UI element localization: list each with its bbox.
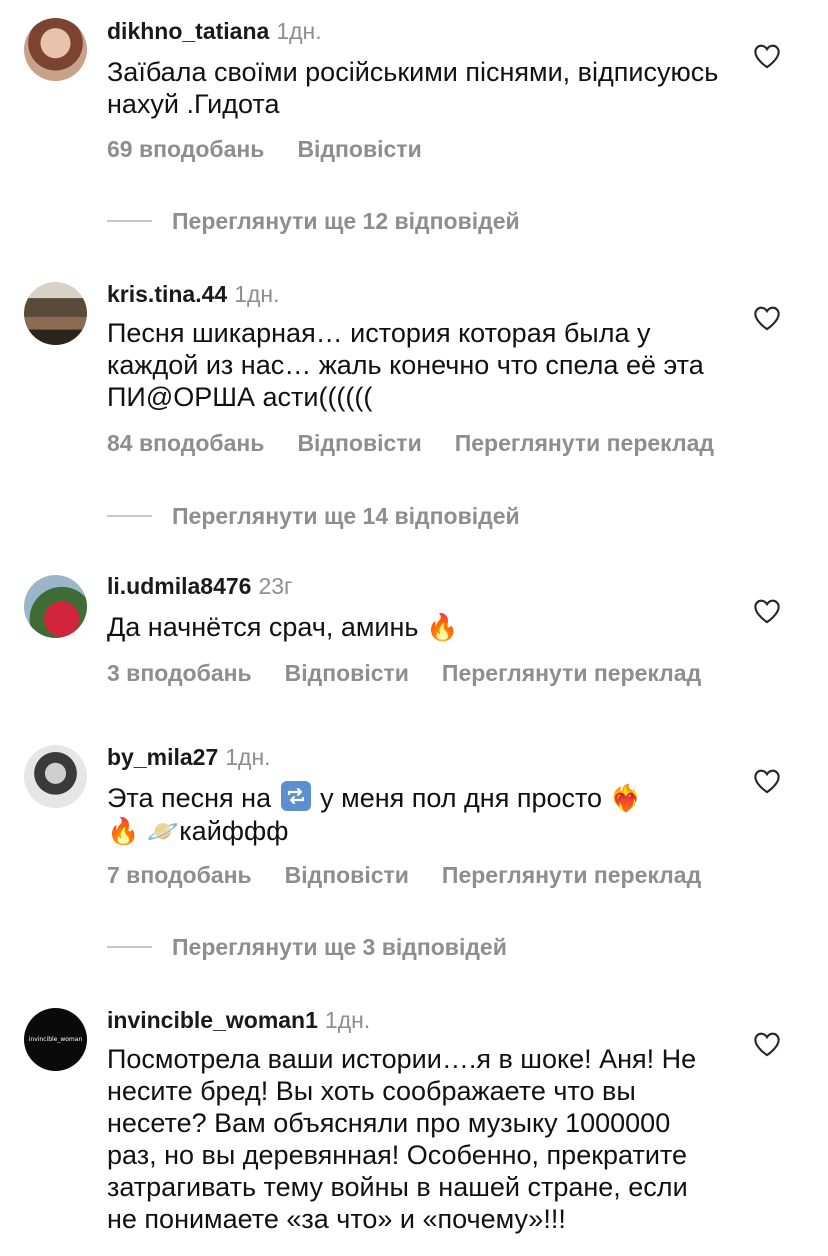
timestamp: 1дн. [324, 1007, 371, 1033]
view-replies-label: Переглянути ще 12 відповідей [172, 207, 520, 234]
comment-actions: 69 вподобань Відповісти [107, 135, 455, 163]
heart-on-fire-emoji-icon: ❤️‍🔥 [609, 784, 642, 814]
view-replies-label: Переглянути ще 14 відповідей [172, 502, 520, 529]
comment-text: Заїбала своїми російськими піснями, відп… [107, 57, 719, 119]
heart-outline-icon[interactable] [753, 1031, 781, 1057]
timestamp: 1дн. [276, 18, 322, 44]
comment-text: Эта песня на у меня пол дня просто ❤️‍🔥 … [107, 781, 727, 848]
heart-outline-icon[interactable] [753, 598, 781, 624]
reply-button[interactable]: Відповісти [285, 660, 409, 686]
reply-button[interactable]: Відповісти [297, 430, 421, 456]
username[interactable]: by_mila27 [107, 744, 218, 770]
username[interactable]: li.udmila8476 [107, 573, 251, 599]
comment-header: by_mila27 1дн. [107, 743, 271, 771]
timestamp: 1дн. [225, 744, 271, 770]
fire-emoji-icon: 🔥 [425, 613, 459, 643]
comment-actions: 84 вподобань Відповісти Переглянути перекл… [107, 429, 747, 457]
repeat-emoji-icon [280, 781, 311, 811]
avatar[interactable]: invincible_woman [24, 1008, 87, 1071]
likes-count[interactable]: 3 вподобань [107, 660, 252, 686]
translate-button[interactable]: Переглянути переклад [442, 862, 701, 888]
heart-outline-icon[interactable] [753, 768, 781, 794]
comment-header: dikhno_tatiana 1дн. [107, 17, 322, 45]
likes-count[interactable]: 69 вподобань [107, 136, 264, 162]
planet-emoji-icon: 🪐 [146, 817, 180, 847]
divider-line [107, 515, 152, 517]
timestamp: 23г [258, 573, 293, 599]
timestamp: 1дн. [234, 281, 280, 307]
avatar[interactable] [24, 282, 87, 345]
username[interactable]: kris.tina.44 [107, 281, 227, 307]
comment-header: kris.tina.44 1дн. [107, 280, 280, 308]
view-replies-button[interactable]: Переглянути ще 12 відповідей [107, 207, 520, 235]
view-replies-label: Переглянути ще 3 відповідей [172, 933, 507, 960]
comment-actions: 7 вподобань Відповісти Переглянути перекла… [107, 861, 734, 889]
reply-button[interactable]: Відповісти [297, 136, 421, 162]
divider-line [107, 220, 152, 222]
heart-outline-icon[interactable] [753, 43, 781, 69]
username[interactable]: dikhno_tatiana [107, 18, 269, 44]
translate-button[interactable]: Переглянути переклад [442, 660, 701, 686]
avatar[interactable] [24, 745, 87, 808]
translate-button[interactable]: Переглянути переклад [455, 430, 714, 456]
avatar[interactable] [24, 575, 87, 638]
comment-text-body: Да начнётся срач, аминь [107, 612, 419, 642]
comment-text: Да начнётся срач, аминь 🔥 [107, 611, 727, 644]
likes-count[interactable]: 7 вподобань [107, 862, 252, 888]
heart-outline-icon[interactable] [753, 305, 781, 331]
comment-actions: 3 вподобань Відповісти Переглянути перекла… [107, 659, 734, 687]
avatar-text: invincible_woman [28, 1036, 83, 1043]
view-replies-button[interactable]: Переглянути ще 3 відповідей [107, 933, 507, 961]
reply-button[interactable]: Відповісти [285, 862, 409, 888]
username[interactable]: invincible_woman1 [107, 1007, 318, 1033]
likes-count[interactable]: 84 вподобань [107, 430, 264, 456]
comment-text-part: кайффф [179, 816, 289, 846]
comment-header: invincible_woman1 1дн. [107, 1006, 370, 1034]
divider-line [107, 946, 152, 948]
avatar[interactable] [24, 18, 87, 81]
comment-text: Посмотрела ваши истории….я в шоке! Аня! … [107, 1044, 697, 1234]
comment-text-part: Эта песня на [107, 783, 272, 813]
fire-emoji-icon: 🔥 [107, 817, 140, 847]
comment-text: Песня шикарная… история которая была у к… [107, 318, 704, 412]
comment-text-part: у меня пол дня просто [320, 783, 603, 813]
view-replies-button[interactable]: Переглянути ще 14 відповідей [107, 502, 520, 530]
comment-header: li.udmila8476 23г [107, 572, 292, 600]
